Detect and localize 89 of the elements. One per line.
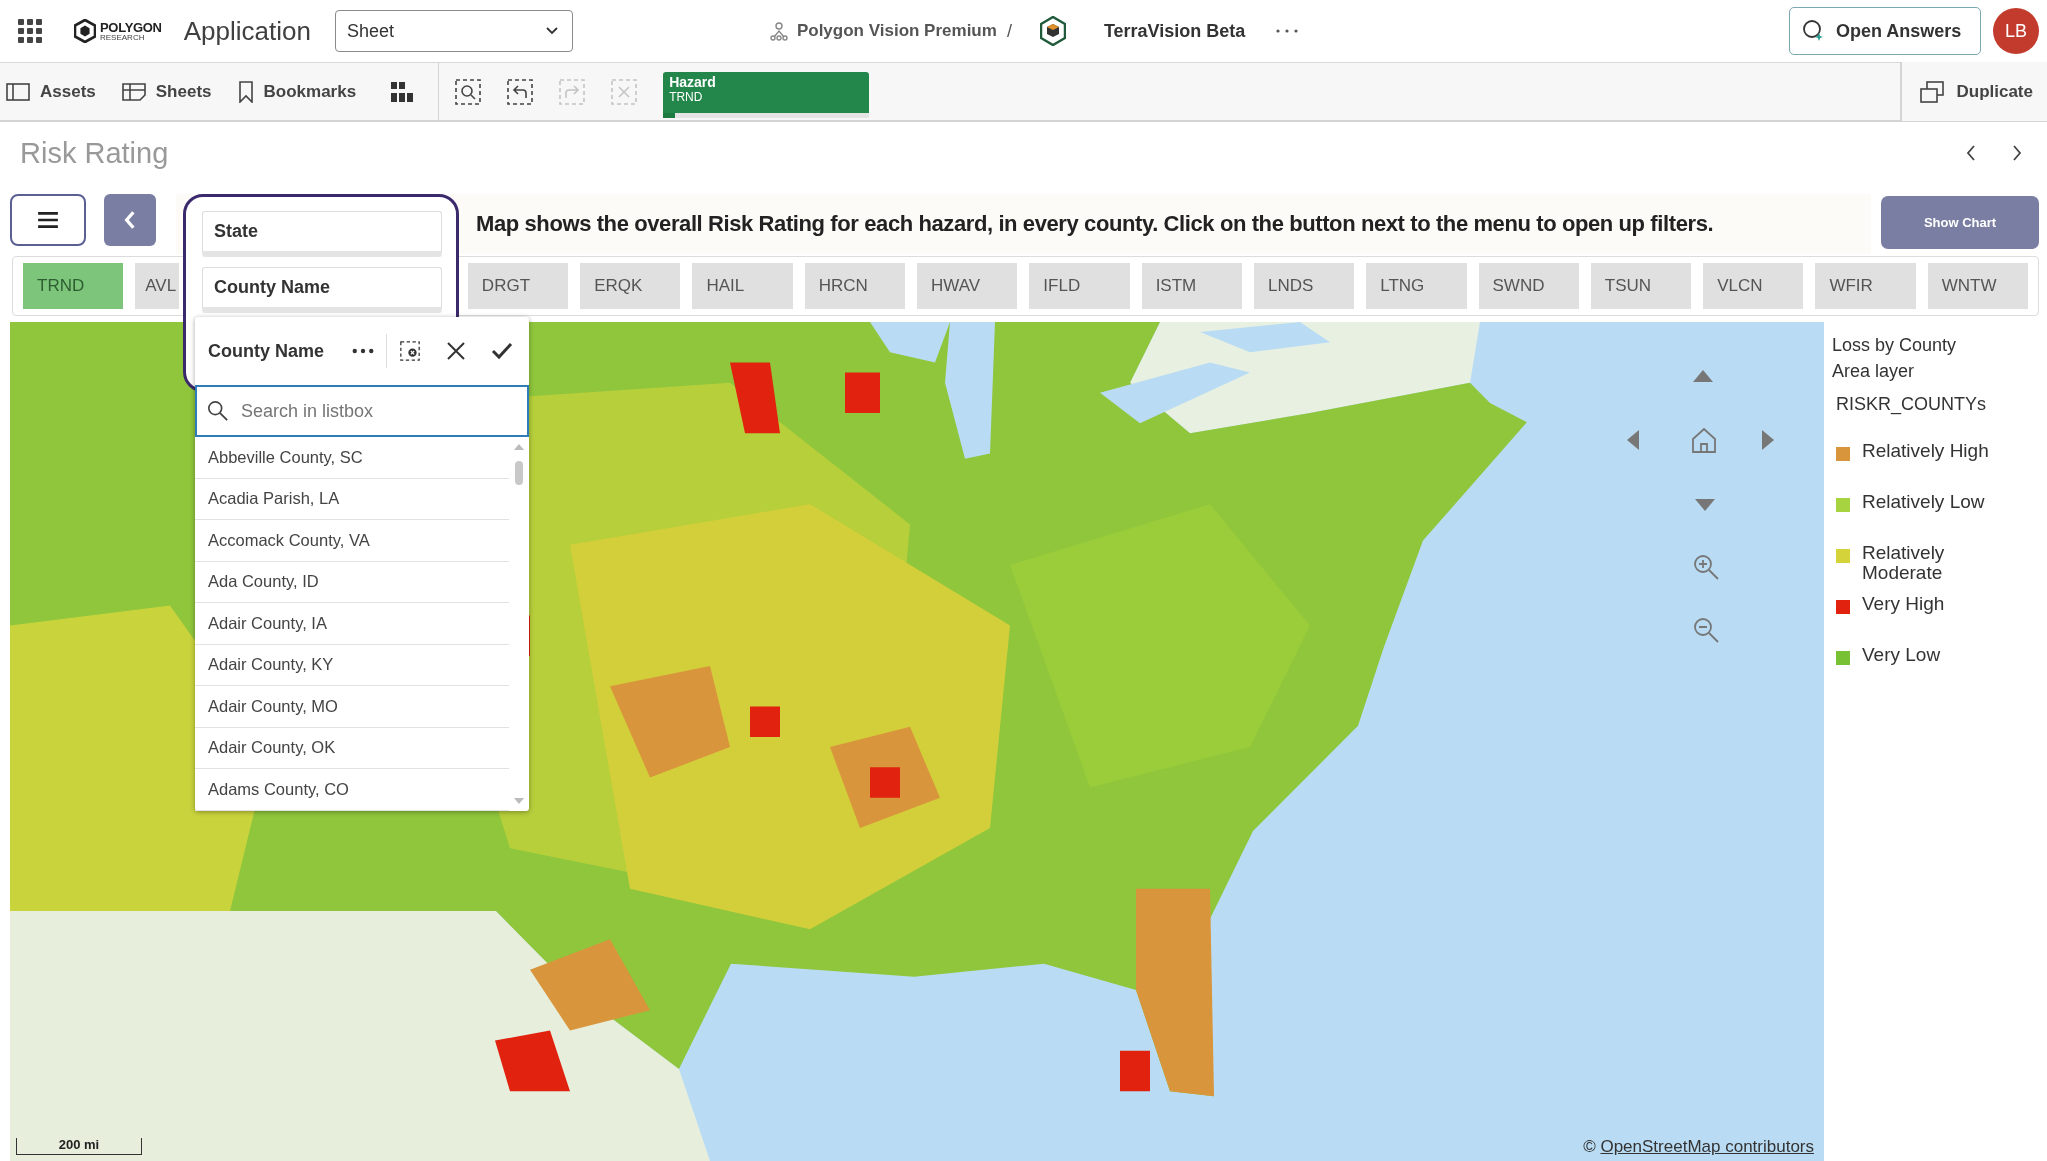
user-avatar[interactable]: LB <box>1993 8 2039 54</box>
legend-label: Very High <box>1862 594 1946 614</box>
listbox-item[interactable]: Ada County, ID <box>195 561 509 603</box>
open-answers-button[interactable]: Open Answers <box>1789 7 1981 55</box>
hazard-tab[interactable]: HWAV <box>917 263 1018 309</box>
hazard-tab[interactable]: IFLD <box>1029 263 1130 309</box>
pan-left-icon[interactable] <box>1625 428 1641 452</box>
close-icon[interactable] <box>445 341 467 361</box>
menu-icon <box>37 211 59 229</box>
pan-right-icon[interactable] <box>1760 428 1776 452</box>
sheet-title: Risk Rating <box>20 136 169 170</box>
listbox-item[interactable]: Adair County, KY <box>195 644 509 686</box>
hazard-tab[interactable]: TRND <box>23 263 124 309</box>
listbox-title: County Name <box>208 340 324 362</box>
hazard-tab[interactable]: WNTW <box>1927 263 2028 309</box>
attribution-link[interactable]: OpenStreetMap contributors <box>1600 1137 1814 1156</box>
legend-label: Relatively Low <box>1862 492 1986 512</box>
more-icon[interactable] <box>352 348 374 354</box>
listbox-item[interactable]: Adair County, MO <box>195 686 509 728</box>
listbox-item[interactable]: Adair County, IA <box>195 603 509 645</box>
listbox-search-field[interactable]: Search in listbox <box>195 385 529 437</box>
hexagon-logo-icon <box>74 19 96 43</box>
logo-wordmark: POLYGON <box>100 20 162 34</box>
scrollbar-thumb[interactable] <box>515 461 523 485</box>
duplicate-button[interactable]: Duplicate <box>1900 62 2047 121</box>
more-icon[interactable] <box>1275 28 1300 34</box>
hazard-tab[interactable]: DRGT <box>467 263 569 309</box>
listbox-item[interactable]: Abbeville County, SC <box>195 437 509 479</box>
listbox-item[interactable]: Accomack County, VA <box>195 520 509 562</box>
selection-chip[interactable]: Hazard TRND <box>663 71 870 118</box>
app-menu-icon[interactable] <box>18 19 42 43</box>
breadcrumb-separator: / <box>1006 20 1012 42</box>
hazard-tab[interactable]: VLCN <box>1703 263 1804 309</box>
sheets-icon <box>121 81 146 102</box>
clear-selection-icon[interactable] <box>399 341 421 361</box>
space-name[interactable]: Polygon Vision Premium <box>796 21 997 41</box>
menu-button[interactable] <box>10 194 86 246</box>
zoom-out-icon[interactable] <box>1692 616 1720 644</box>
legend-label: Very Low <box>1862 645 1942 665</box>
legend-field: RISKR_COUNTYs <box>1836 394 2042 415</box>
hazard-tab[interactable]: SWND <box>1478 263 1579 309</box>
app-name: Application <box>183 15 311 47</box>
listbox-item[interactable]: Adams County, CO <box>195 769 509 811</box>
listbox-item[interactable]: Acadia Parish, LA <box>195 478 509 520</box>
previous-sheet-icon[interactable] <box>1965 144 1977 162</box>
next-sheet-icon[interactable] <box>2011 144 2023 162</box>
legend-title: Loss by County <box>1832 334 1958 357</box>
step-back-icon[interactable] <box>507 78 534 105</box>
pan-up-icon[interactable] <box>1691 368 1715 384</box>
toolbar-tab[interactable]: Sheets <box>121 81 212 102</box>
show-chart-button[interactable]: Show Chart <box>1881 196 2039 249</box>
map-scale: 200 mi <box>16 1138 142 1155</box>
hazard-tab[interactable]: WFIR <box>1815 263 1916 309</box>
search-icon <box>207 400 229 422</box>
checkmark-icon[interactable] <box>491 341 513 361</box>
hazard-tab[interactable]: AVL <box>135 263 179 309</box>
hazard-tab[interactable]: ISTM <box>1141 263 1242 309</box>
listbox-item[interactable]: Adair County, OK <box>195 727 509 769</box>
layout-grid-icon[interactable] <box>390 80 415 103</box>
filter-field[interactable]: County Name <box>202 267 442 313</box>
hazard-tab[interactable]: HAIL <box>692 263 793 309</box>
logo-tagline: RESEARCH <box>100 33 146 42</box>
chevron-down-icon <box>545 27 558 35</box>
description-text: Map shows the overall Risk Rating for each hazard, in every county. Click on the button next to the menu to open up filters. <box>476 211 1714 237</box>
legend-label: Relatively Moderate <box>1862 543 1946 583</box>
zoom-in-icon[interactable] <box>1692 553 1720 581</box>
app-title: TerraVision Beta <box>1103 20 1246 42</box>
hazard-tab[interactable]: LNDS <box>1253 263 1355 309</box>
toolbar-tab[interactable]: Assets <box>6 81 96 102</box>
hazard-tab[interactable]: LTNG <box>1366 263 1467 309</box>
hexagon-cube-logo-icon <box>1039 16 1066 46</box>
legend-label: Relatively High <box>1862 441 1990 461</box>
hazard-tab[interactable]: HRCN <box>804 263 906 309</box>
sheet-dropdown[interactable]: Sheet <box>334 10 573 52</box>
panel-icon <box>6 81 30 102</box>
pan-down-icon[interactable] <box>1693 497 1717 513</box>
hazard-tab[interactable]: ERQK <box>580 263 681 309</box>
legend-subtitle: Area layer <box>1832 360 1916 383</box>
chevron-left-icon <box>123 210 137 230</box>
people-icon <box>768 21 789 41</box>
home-icon[interactable] <box>1690 426 1718 454</box>
duplicate-icon <box>1920 80 1945 103</box>
hazard-tab[interactable]: TSUN <box>1590 263 1692 309</box>
filter-field[interactable]: State <box>202 211 442 257</box>
selection-search-icon[interactable] <box>455 78 482 105</box>
back-button[interactable] <box>104 194 156 246</box>
copyright-sign: © <box>1583 1137 1596 1156</box>
bookmark-icon <box>237 80 254 103</box>
toolbar-tab[interactable]: Bookmarks <box>237 80 357 103</box>
